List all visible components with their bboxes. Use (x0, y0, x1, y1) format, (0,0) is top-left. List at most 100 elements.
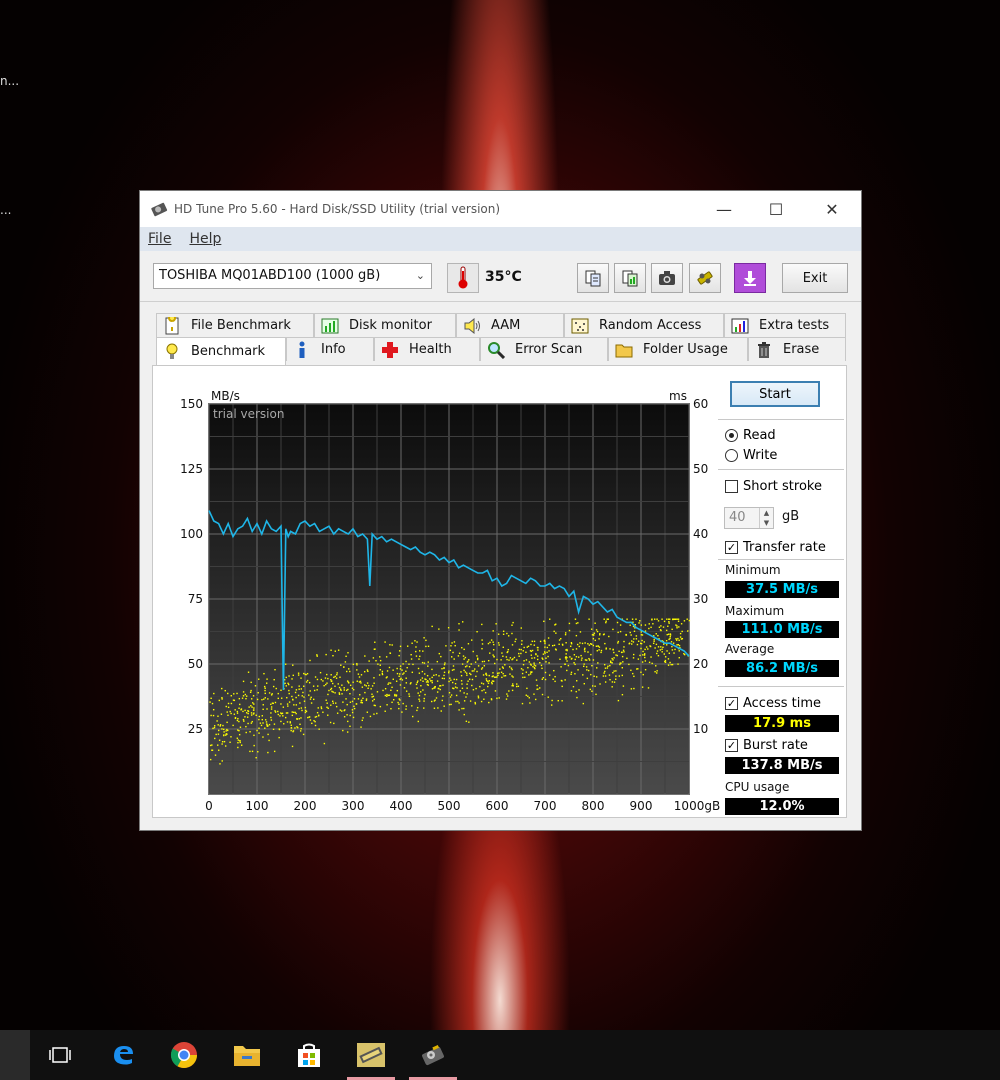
tab-random-access[interactable]: Random Access (564, 313, 724, 337)
hdtune-disk-taskbar-button[interactable] (409, 1030, 457, 1080)
tab-folder-usage[interactable]: Folder Usage (608, 337, 748, 361)
access-time-point (547, 655, 549, 658)
minimize-button[interactable]: — (701, 191, 747, 227)
tab-error-scan[interactable]: Error Scan (480, 337, 608, 361)
access-time-point (550, 704, 553, 706)
access-time-point (230, 736, 232, 738)
close-button[interactable]: ✕ (809, 191, 855, 227)
access-time-point (236, 692, 238, 695)
tab-erase[interactable]: Erase (748, 337, 846, 361)
access-time-point (678, 644, 681, 647)
access-time-point (267, 751, 269, 754)
short-stroke-stepper[interactable]: 40 ▲ ▼ (724, 507, 774, 529)
access-time-point (542, 658, 544, 660)
access-time-point (420, 685, 422, 687)
thermometer-button[interactable] (447, 263, 479, 293)
menu-help[interactable]: Help (189, 231, 221, 247)
short-stroke-checkbox[interactable]: Short stroke (725, 479, 822, 494)
access-time-point (351, 687, 354, 689)
access-time-point (463, 658, 465, 660)
access-time-point (590, 673, 592, 676)
access-time-point (480, 700, 483, 703)
copy-info-icon (622, 270, 638, 287)
access-time-point (564, 633, 567, 636)
access-time-point (330, 678, 332, 681)
access-time-point (621, 655, 624, 658)
menu-file[interactable]: File (148, 231, 171, 247)
access-time-point (279, 715, 281, 717)
access-time-point (211, 749, 213, 751)
exit-button[interactable]: Exit (782, 263, 848, 293)
chrome-button[interactable] (160, 1030, 208, 1080)
copy-info-button[interactable] (614, 263, 646, 293)
file-explorer-button[interactable] (223, 1030, 271, 1080)
access-time-point (592, 644, 595, 647)
edge-button[interactable] (99, 1030, 147, 1080)
access-time-point (438, 652, 441, 655)
access-time-point (668, 652, 671, 654)
access-time-point (590, 653, 592, 656)
task-view-button[interactable] (36, 1030, 84, 1080)
tab-info[interactable]: Info (286, 337, 374, 361)
tab-label: Health (409, 342, 452, 357)
access-time-point (681, 637, 684, 640)
access-time-point (349, 714, 351, 717)
save-button[interactable] (734, 263, 766, 293)
copy-text-button[interactable] (577, 263, 609, 293)
tab-file-benchmark[interactable]: File Benchmark (156, 313, 314, 337)
hdtune-taskbar-button[interactable] (347, 1030, 395, 1080)
tab-aam[interactable]: AAM (456, 313, 564, 337)
access-time-point (509, 673, 511, 675)
access-time-point (347, 688, 349, 691)
access-time-point (238, 697, 241, 700)
drive-select[interactable]: TOSHIBA MQ01ABD100 (1000 gB) ⌄ (153, 263, 432, 289)
start-area[interactable] (0, 1030, 30, 1080)
access-time-point (238, 733, 241, 736)
access-time-point (450, 645, 452, 647)
access-time-point (417, 720, 419, 723)
transfer-rate-checkbox[interactable]: ✓ Transfer rate (725, 540, 826, 555)
access-time-point (416, 681, 418, 684)
access-time-point (617, 640, 620, 643)
tab-benchmark[interactable]: Benchmark (156, 337, 286, 365)
screenshot-button[interactable] (651, 263, 683, 293)
access-time-point (371, 696, 373, 698)
access-time-point (483, 665, 486, 667)
access-time-point (578, 689, 580, 691)
access-time-checkbox[interactable]: ✓ Access time (725, 696, 821, 711)
write-radio[interactable]: Write (725, 448, 777, 463)
y-tick-right: 60 (693, 397, 708, 411)
taskbar (0, 1030, 1000, 1080)
access-time-point (245, 712, 248, 714)
tab-disk-monitor[interactable]: Disk monitor (314, 313, 456, 337)
access-time-point (251, 720, 253, 723)
burst-rate-checkbox[interactable]: ✓ Burst rate (725, 738, 808, 753)
access-time-point (650, 656, 652, 658)
start-button[interactable]: Start (730, 381, 820, 407)
access-time-point (399, 668, 402, 670)
store-button[interactable] (285, 1030, 333, 1080)
access-time-point (570, 690, 573, 692)
thermometer-icon (458, 266, 468, 289)
access-time-point (239, 703, 241, 706)
stepper-arrows-icon[interactable]: ▲ ▼ (759, 508, 773, 528)
access-time-point (530, 654, 533, 656)
access-time-point (454, 686, 457, 688)
access-time-point (490, 639, 493, 641)
access-time-point (573, 662, 575, 664)
x-tick: 600 (486, 799, 509, 813)
read-radio[interactable]: Read (725, 428, 776, 443)
access-time-point (330, 649, 332, 651)
access-time-point (326, 706, 328, 709)
access-time-point (461, 683, 463, 685)
tab-extra-tests[interactable]: Extra tests (724, 313, 846, 337)
access-time-point (245, 695, 248, 697)
access-time-point (294, 711, 296, 714)
options-button[interactable] (689, 263, 721, 293)
title-bar[interactable]: HD Tune Pro 5.60 - Hard Disk/SSD Utility… (140, 191, 861, 227)
maximize-button[interactable]: ☐ (753, 191, 799, 227)
access-time-point (332, 702, 334, 704)
access-time-point (303, 672, 305, 675)
access-time-point (598, 649, 600, 651)
tab-health[interactable]: Health (374, 337, 480, 361)
